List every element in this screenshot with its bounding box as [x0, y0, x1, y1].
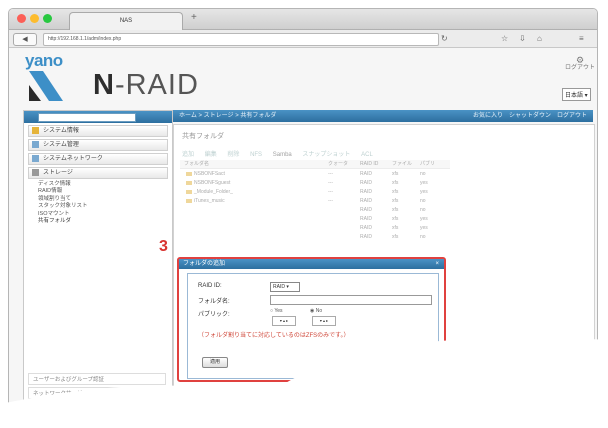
dialog-body: RAID ID: RAID ▾ フォルダ名: パブリック: ○ Yes ▾ ▴ … — [187, 273, 439, 379]
public-label: パブリック: — [198, 312, 230, 318]
brand-logo-text: N-RAID — [93, 69, 199, 101]
storage-icon — [32, 169, 39, 176]
folder-name-label: フォルダ名: — [198, 299, 230, 305]
sidebar-search — [24, 111, 172, 123]
browser-toolbar: ◀ http://192.168.1.1/adm/index.php ↻ ☆ ⇩… — [9, 30, 597, 48]
brand-logo-icon — [29, 71, 63, 101]
col-folder-name[interactable]: フォルダ名 — [184, 160, 209, 168]
folder-icon — [186, 180, 192, 185]
sidebar-item-storage[interactable]: ストレージ — [28, 167, 168, 179]
sidebar-item-system-admin[interactable]: システム管理 — [28, 139, 168, 151]
sidebar-subitem-raid-info[interactable]: RAID情報 — [24, 188, 172, 195]
col-public[interactable]: パブリ — [420, 160, 435, 168]
public-no-stepper[interactable]: ▾ ▴ ▸ — [312, 316, 336, 326]
address-bar[interactable]: http://192.168.1.1/adm/index.php — [43, 33, 439, 46]
nas-admin-page: yano N-RAID ⚙ ログアウト 日本語 ▾ システム情報 システム管理 … — [9, 48, 597, 421]
page-title: 共有フォルダ — [182, 133, 224, 140]
brand-logo-small: yano — [25, 51, 63, 70]
download-icon[interactable]: ⇩ — [519, 33, 526, 44]
sidebar-subitem-iso-mount[interactable]: ISOマウント — [24, 211, 172, 218]
sidebar-item-system-info[interactable]: システム情報 — [28, 125, 168, 137]
close-icon[interactable]: × — [435, 259, 439, 269]
new-tab-button[interactable]: + — [191, 12, 197, 23]
title-bar: NAS + — [9, 9, 597, 30]
dialog-title-bar: フォルダの追加 × — [179, 259, 444, 269]
table-row[interactable]: _Module_Folder_ --- RAID xfs yes — [180, 188, 450, 196]
language-select[interactable]: 日本語 ▾ — [562, 88, 591, 101]
table-row[interactable]: RAID xfs yes — [180, 224, 450, 232]
breadcrumb-path[interactable]: ホーム > ストレージ > 共有フォルダ — [179, 110, 276, 122]
sidebar-item-network-services[interactable]: ネットワークサービス — [28, 387, 166, 399]
sidebar-subitem-shared-folder[interactable]: 共有フォルダ — [24, 218, 172, 225]
nfs-button[interactable]: NFS — [250, 152, 262, 158]
table-row[interactable]: NSBONFSguest --- RAID xfs yes — [180, 179, 450, 187]
table-header: フォルダ名 クォータ RAID ID ファイル パブリ — [180, 160, 450, 169]
close-window-icon[interactable] — [17, 14, 26, 23]
folder-icon — [186, 198, 192, 203]
menu-icon[interactable]: ≡ — [579, 33, 584, 44]
zoom-window-icon[interactable] — [43, 14, 52, 23]
add-folder-dialog: フォルダの追加 × RAID ID: RAID ▾ フォルダ名: パブリック: … — [177, 257, 446, 382]
table-row[interactable]: RAID xfs yes — [180, 215, 450, 223]
samba-button[interactable]: Samba — [273, 152, 292, 158]
sidebar: システム情報 システム管理 システムネットワーク ストレージ ディスク情報 RA… — [23, 110, 173, 418]
sidebar-subitem-stack[interactable]: スタック対象リスト — [24, 203, 172, 210]
apply-button[interactable]: 適用 — [202, 357, 228, 368]
delete-button[interactable]: 削除 — [227, 152, 239, 158]
folder-icon — [186, 189, 192, 194]
table-row[interactable]: iTunes_music --- RAID xfs no — [180, 197, 450, 205]
browser-window: NAS + ◀ http://192.168.1.1/adm/index.php… — [8, 8, 598, 422]
minimize-window-icon[interactable] — [30, 14, 39, 23]
zfs-note: （フォルダ割り当てに対応しているのはZFSのみです。） — [198, 333, 350, 339]
refresh-icon[interactable]: ↻ — [441, 33, 448, 44]
action-bar: 追加 編集 削除 NFS Samba スナップショット ACL — [182, 149, 382, 158]
sidebar-search-input[interactable] — [38, 113, 136, 122]
star-icon[interactable]: ☆ — [501, 33, 508, 44]
step-number: 3 — [159, 238, 168, 255]
col-raid-id[interactable]: RAID ID — [360, 160, 378, 168]
raid-id-select[interactable]: RAID ▾ — [270, 282, 300, 292]
col-filesystem[interactable]: ファイル — [392, 160, 412, 168]
breadcrumb: ホーム > ストレージ > 共有フォルダ お気に入り シャットダウン ログアウト — [173, 110, 593, 122]
public-yes-radio[interactable]: ○ Yes — [270, 308, 283, 314]
table-row[interactable]: RAID xfs no — [180, 206, 450, 214]
dialog-title: フォルダの追加 — [183, 261, 226, 267]
add-button[interactable]: 追加 — [182, 152, 194, 158]
folder-icon — [186, 171, 192, 176]
logout-icon: ⚙ — [575, 55, 585, 65]
info-icon — [32, 127, 39, 134]
table-row[interactable]: RAID xfs no — [180, 233, 450, 241]
folder-name-input[interactable] — [270, 295, 432, 305]
public-yes-stepper[interactable]: ▾ ▴ ▸ — [272, 316, 296, 326]
sidebar-bottom: ユーザーおよびグループ認証 ネットワークサービス — [28, 373, 166, 399]
network-icon — [32, 155, 39, 162]
back-button[interactable]: ◀ — [13, 33, 37, 46]
tools-icon — [32, 141, 39, 148]
public-no-radio[interactable]: ◉ No — [310, 308, 322, 314]
logout-link[interactable]: ⚙ ログアウト — [565, 56, 595, 72]
sidebar-item-network[interactable]: システムネットワーク — [28, 153, 168, 165]
breadcrumb-links[interactable]: お気に入り シャットダウン ログアウト — [473, 110, 587, 122]
home-icon[interactable]: ⌂ — [537, 33, 542, 44]
acl-button[interactable]: ACL — [361, 152, 373, 158]
snapshot-button[interactable]: スナップショット — [302, 152, 350, 158]
table-row[interactable]: NSBONFSact --- RAID xfs no — [180, 170, 450, 178]
col-quota[interactable]: クォータ — [328, 160, 348, 168]
edit-button[interactable]: 編集 — [205, 152, 217, 158]
raid-id-label: RAID ID: — [198, 283, 222, 289]
sidebar-item-users[interactable]: ユーザーおよびグループ認証 — [28, 373, 166, 385]
browser-tab[interactable]: NAS — [69, 12, 183, 30]
